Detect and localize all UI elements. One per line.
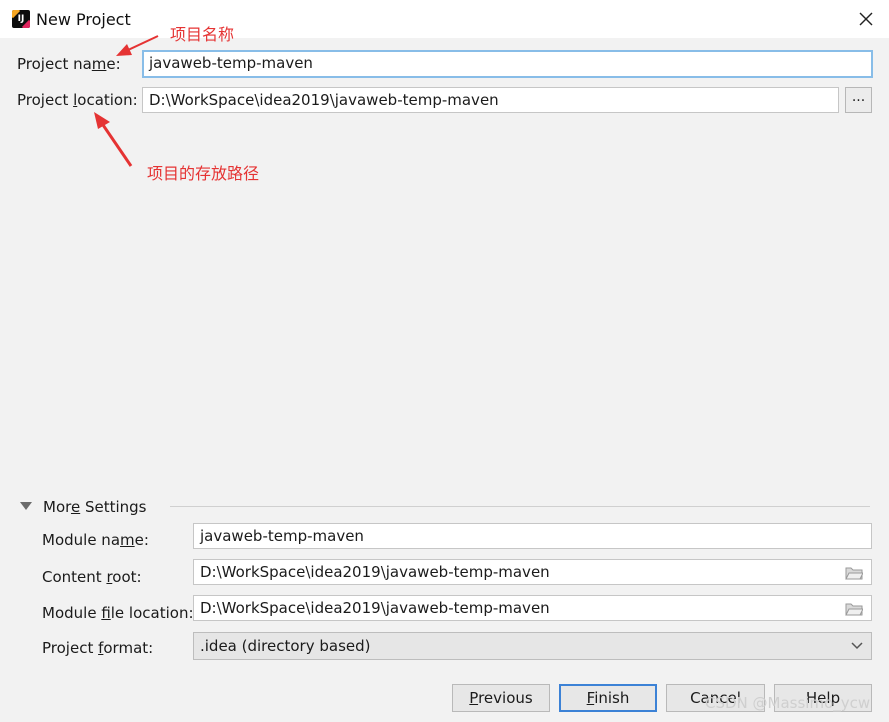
module-file-location-input[interactable]: D:\WorkSpace\idea2019\javaweb-temp-maven [193, 595, 872, 621]
module-name-label: Module name: [42, 531, 149, 549]
content-root-value: D:\WorkSpace\idea2019\javaweb-temp-maven [200, 563, 550, 581]
project-format-value: .idea (directory based) [200, 637, 371, 655]
finish-button[interactable]: Finish [559, 684, 657, 712]
project-format-select[interactable]: .idea (directory based) [193, 632, 872, 660]
module-file-location-label: Module file location: [42, 604, 194, 622]
project-format-label: Project format: [42, 639, 154, 657]
close-icon[interactable] [853, 6, 879, 32]
module-file-location-value: D:\WorkSpace\idea2019\javaweb-temp-maven [200, 599, 550, 617]
previous-button[interactable]: Previous [452, 684, 550, 712]
folder-icon[interactable] [845, 566, 863, 580]
folder-icon[interactable] [845, 602, 863, 616]
watermark: CSDN @Massimo_ycw [705, 694, 871, 712]
module-name-input[interactable]: javaweb-temp-maven [193, 523, 872, 549]
chevron-down-icon [851, 642, 863, 650]
intellij-idea-icon: IJ [12, 10, 30, 28]
more-settings-header[interactable]: More Settings [20, 498, 870, 516]
content-root-input[interactable]: D:\WorkSpace\idea2019\javaweb-temp-maven [193, 559, 872, 585]
more-settings-label[interactable]: More Settings [43, 498, 147, 516]
section-divider [170, 506, 870, 507]
title-bar: IJ New Project [0, 0, 889, 38]
project-location-label: Project location: [17, 91, 138, 109]
project-name-input[interactable]: javaweb-temp-maven [142, 50, 873, 78]
project-name-label: Project name: [17, 55, 121, 73]
content-root-label: Content root: [42, 568, 142, 586]
arrow-to-location-field [94, 112, 133, 167]
annotation-project-location: 项目的存放路径 [147, 164, 260, 183]
annotation-project-name: 项目名称 [170, 25, 235, 44]
window-title: New Project [36, 10, 131, 29]
collapse-triangle-icon[interactable] [20, 502, 32, 510]
project-location-input[interactable]: D:\WorkSpace\idea2019\javaweb-temp-maven [142, 87, 839, 113]
browse-location-button[interactable]: ... [845, 87, 872, 113]
